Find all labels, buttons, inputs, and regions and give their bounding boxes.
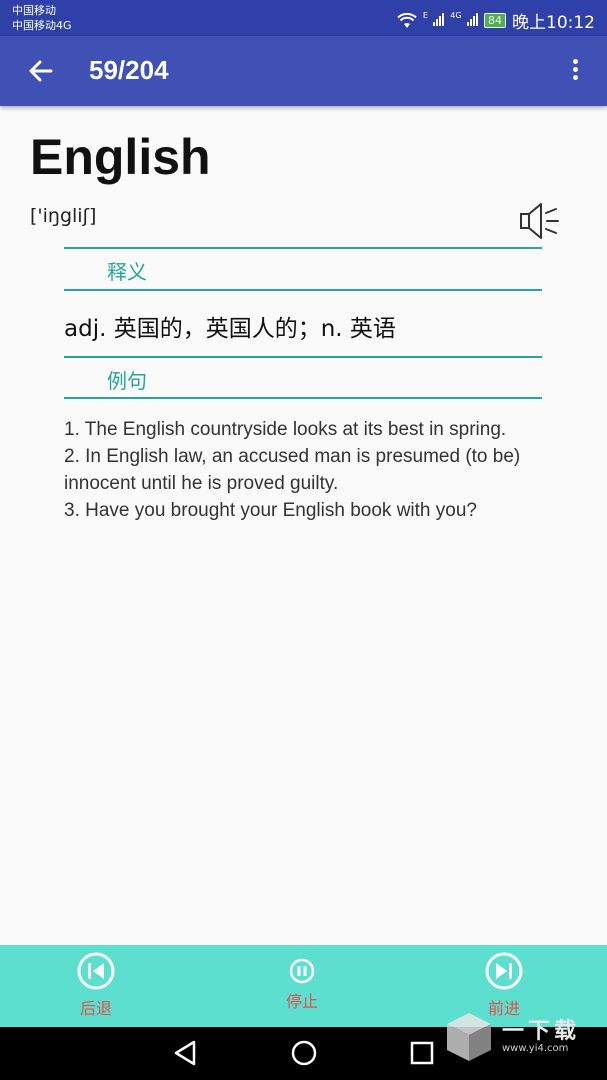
wifi-icon xyxy=(397,12,417,28)
more-vertical-icon xyxy=(565,59,585,80)
example-sentence: 3. Have you brought your English book wi… xyxy=(64,500,477,521)
next-icon xyxy=(485,952,523,990)
carrier-2: 中国移动4G xyxy=(12,19,72,32)
watermark-url: www.yi4.com xyxy=(502,1042,569,1054)
signal-1-tag: E xyxy=(422,10,428,20)
examples-list: 1. The English countryside looks at its … xyxy=(64,416,544,524)
signal-2-icon: 4G xyxy=(450,11,478,31)
cube-logo-icon xyxy=(447,1013,491,1061)
phonetic: ['iŋgliʃ] xyxy=(30,205,97,227)
example-sentence: 2. In English law, an accused man is pre… xyxy=(64,446,521,494)
watermark: 一下载 www.yi4.com xyxy=(444,1010,580,1064)
definition-heading: 释义 xyxy=(107,260,147,284)
speaker-icon xyxy=(520,203,559,239)
pause-label: 停止 xyxy=(286,992,319,1011)
divider xyxy=(64,397,542,399)
nav-recents-button[interactable] xyxy=(409,1039,435,1071)
signal-2-tag: 4G xyxy=(450,10,462,20)
back-button[interactable] xyxy=(26,56,56,86)
page-counter: 59/204 xyxy=(89,55,169,85)
nav-back-button[interactable] xyxy=(172,1039,198,1071)
examples-heading: 例句 xyxy=(107,369,147,393)
triangle-back-icon xyxy=(174,1040,196,1066)
clock: 晚上10:12 xyxy=(512,13,595,33)
status-bar: 中国移动 中国移动4G E 4G 84 晚上10:12 xyxy=(0,0,607,36)
watermark-text: 一下载 xyxy=(502,1018,581,1044)
circle-home-icon xyxy=(291,1040,317,1066)
overflow-menu-button[interactable] xyxy=(565,56,585,86)
previous-label: 后退 xyxy=(79,999,112,1018)
divider xyxy=(64,356,542,358)
pronounce-button[interactable] xyxy=(518,200,562,242)
example-sentence: 1. The English countryside looks at its … xyxy=(64,419,507,440)
carrier-info: 中国移动 中国移动4G xyxy=(12,3,72,33)
battery-icon: 84 xyxy=(484,13,506,28)
carrier-1: 中国移动 xyxy=(12,4,56,17)
previous-button[interactable]: 后退 xyxy=(76,951,116,1019)
app-bar: 59/204 xyxy=(0,36,607,106)
nav-home-button[interactable] xyxy=(290,1039,318,1071)
signal-1-icon: E xyxy=(422,10,445,31)
square-recents-icon xyxy=(410,1041,434,1065)
divider xyxy=(64,247,542,249)
status-icons: E 4G 84 晚上10:12 xyxy=(397,8,595,33)
divider xyxy=(64,289,542,291)
definition-text: adj. 英国的，英国人的；n. 英语 xyxy=(64,316,396,342)
word-title: English xyxy=(30,129,211,185)
next-button[interactable]: 前进 xyxy=(484,951,524,1019)
pause-button[interactable]: 停止 xyxy=(286,958,318,1012)
pause-icon xyxy=(289,958,315,984)
previous-icon xyxy=(77,952,115,990)
arrow-left-icon xyxy=(29,60,53,82)
